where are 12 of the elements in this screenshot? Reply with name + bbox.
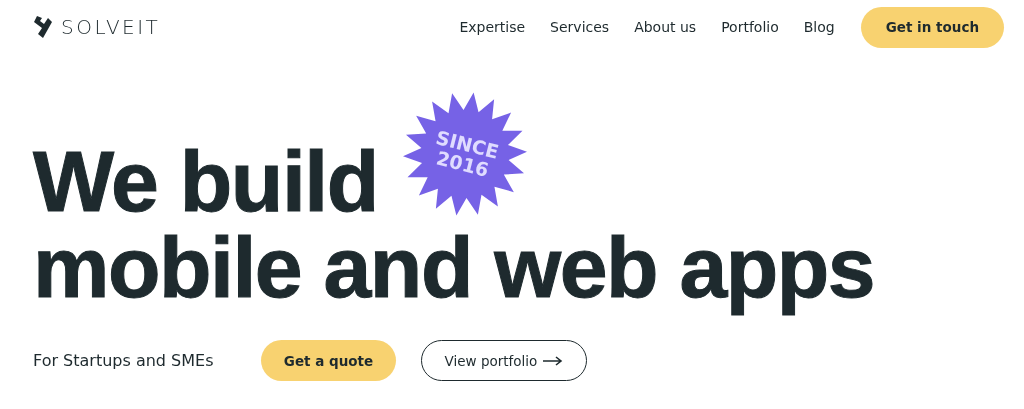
nav-link[interactable]: Services — [550, 19, 610, 35]
logo-text: SOLVEIT — [61, 15, 161, 39]
tagline: For Startups and SMEs — [33, 351, 215, 370]
get-in-touch-button[interactable]: Get in touch — [860, 6, 1004, 48]
nav-link[interactable]: Portfolio — [721, 19, 779, 35]
arrow-right-icon — [543, 355, 564, 366]
nav-link[interactable]: Expertise — [459, 19, 526, 35]
nav-link[interactable]: Blog — [803, 19, 835, 35]
view-portfolio-button[interactable]: View portfolio — [421, 340, 587, 381]
nav-link[interactable]: About us — [634, 19, 697, 35]
get-a-quote-button[interactable]: Get a quote — [261, 340, 396, 381]
logo-icon — [33, 15, 53, 39]
